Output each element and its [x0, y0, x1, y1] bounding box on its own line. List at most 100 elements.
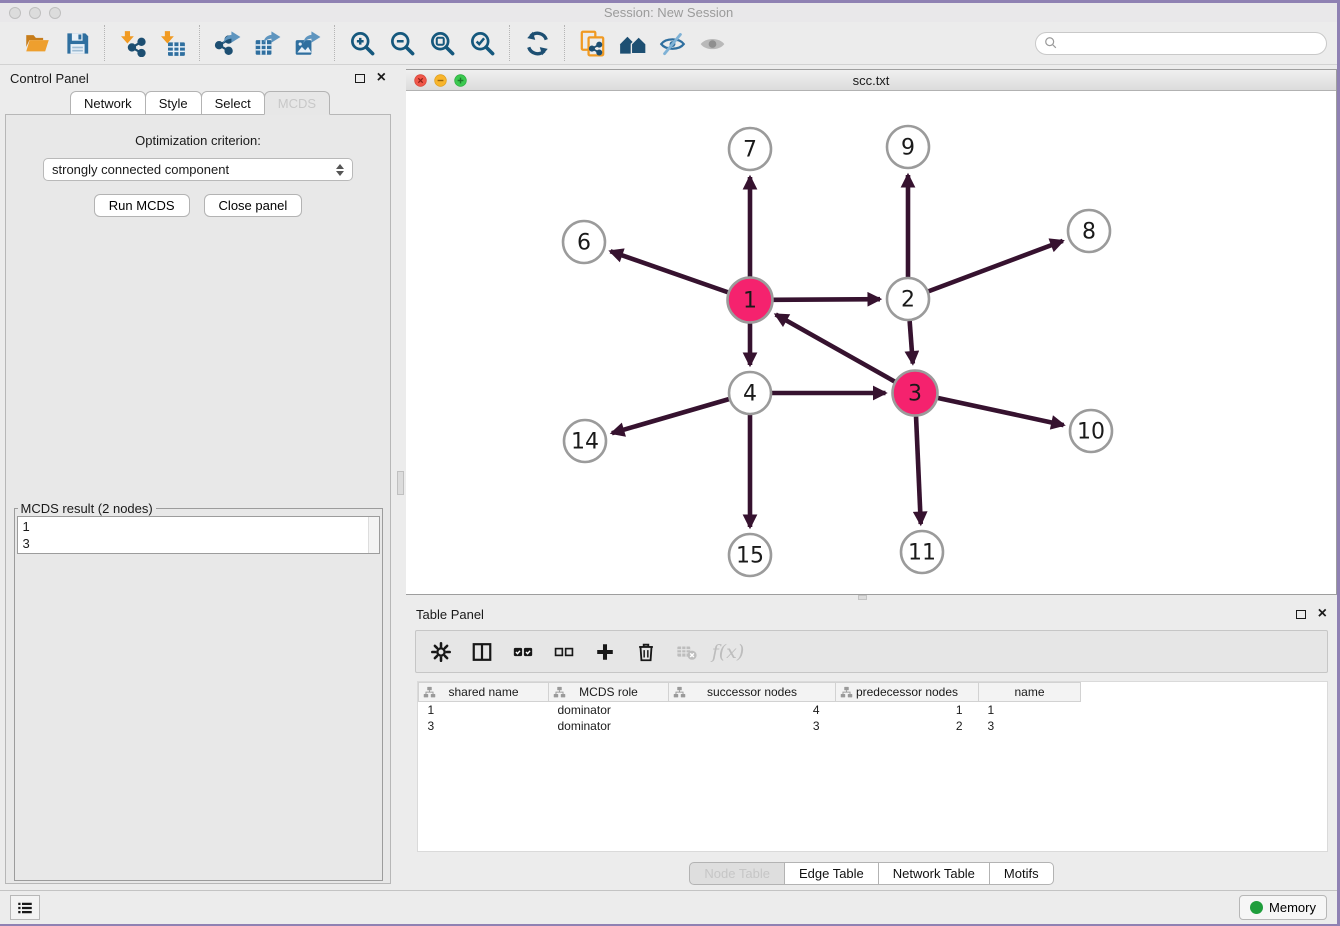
mcds-result-text[interactable]: 13	[17, 516, 380, 554]
app-title: Session: New Session	[604, 5, 733, 20]
import-network-button[interactable]	[117, 28, 147, 58]
mcds-result-lines: 13	[23, 518, 374, 552]
open-folder-button[interactable]	[22, 28, 52, 58]
edge-1-6[interactable]	[610, 251, 727, 292]
edge-3-10[interactable]	[938, 398, 1064, 425]
select-all-button[interactable]	[511, 640, 535, 664]
gear-button[interactable]	[429, 640, 453, 664]
column-label: shared name	[448, 685, 518, 699]
column-label: MCDS role	[579, 685, 638, 699]
run-mcds-button[interactable]: Run MCDS	[94, 194, 190, 217]
network-window-title: scc.txt	[853, 73, 890, 88]
zoom-fit-icon	[429, 30, 456, 57]
tab-network-table[interactable]: Network Table	[878, 862, 990, 885]
edge-1-2[interactable]	[773, 299, 880, 300]
import-table-icon	[159, 30, 186, 57]
delete-table-icon	[676, 641, 698, 663]
window-zoom-button[interactable]	[49, 7, 61, 19]
eye-icon	[699, 30, 726, 57]
memory-button[interactable]: Memory	[1239, 895, 1327, 920]
columns-button[interactable]	[470, 640, 494, 664]
mcds-result-scrollbar[interactable]	[368, 517, 379, 553]
column-type-icon	[553, 686, 566, 699]
delete-row-icon	[635, 641, 657, 663]
edge-3-1[interactable]	[776, 314, 895, 381]
search-input[interactable]	[1062, 36, 1318, 51]
unselect-all-button[interactable]	[552, 640, 576, 664]
cell: 2	[836, 718, 979, 734]
column-header-MCDS-role[interactable]: MCDS role	[549, 683, 669, 702]
cell: 1	[419, 702, 549, 718]
zoom-selected-button[interactable]	[467, 28, 497, 58]
copy-network-icon	[579, 30, 606, 57]
add-row-button[interactable]	[593, 640, 617, 664]
save-icon	[64, 30, 91, 57]
zoom-fit-button[interactable]	[427, 28, 457, 58]
column-header-successor-nodes[interactable]: successor nodes	[669, 683, 836, 702]
refresh-button[interactable]	[522, 28, 552, 58]
node-table-container: shared name MCDS role successor nodes prede…	[417, 681, 1328, 852]
window-minimize-button[interactable]	[29, 7, 41, 19]
copy-network-button[interactable]	[577, 28, 607, 58]
tab-mcds[interactable]: MCDS	[264, 91, 330, 115]
vertical-splitter[interactable]	[396, 65, 406, 890]
edge-2-3[interactable]	[910, 321, 913, 364]
column-header-predecessor-nodes[interactable]: predecessor nodes	[836, 683, 979, 702]
zoom-in-button[interactable]	[347, 28, 377, 58]
table-row[interactable]: 3dominator323	[419, 718, 1081, 734]
search-box[interactable]	[1035, 32, 1327, 55]
window-close-button[interactable]	[9, 7, 21, 19]
horizontal-splitter-grip[interactable]	[858, 595, 867, 600]
cell: 3	[979, 718, 1081, 734]
list-icon	[16, 899, 34, 917]
control-panel: Control Panel × NetworkStyleSelectMCDS O…	[0, 65, 396, 890]
control-panel-float-button[interactable]	[355, 74, 365, 83]
edge-3-11[interactable]	[916, 416, 921, 524]
eye-slash-button[interactable]	[657, 28, 687, 58]
export-network-button[interactable]	[212, 28, 242, 58]
zoom-out-icon	[389, 30, 416, 57]
eye-button	[697, 28, 727, 58]
export-table-button[interactable]	[252, 28, 282, 58]
network-window-maximize-button[interactable]	[454, 74, 467, 87]
node-label-6: 6	[577, 231, 591, 256]
tab-motifs[interactable]: Motifs	[989, 862, 1054, 885]
import-table-button[interactable]	[157, 28, 187, 58]
tab-edge-table[interactable]: Edge Table	[784, 862, 879, 885]
network-graph: 1234678910111415	[406, 91, 1336, 594]
table-panel-title: Table Panel	[416, 607, 484, 622]
edge-4-14[interactable]	[612, 399, 729, 433]
network-canvas[interactable]: 1234678910111415	[406, 91, 1336, 594]
column-header-shared-name[interactable]: shared name	[419, 683, 549, 702]
column-header-name[interactable]: name	[979, 683, 1081, 702]
criterion-select[interactable]: strongly connected component	[43, 158, 353, 181]
columns-icon	[471, 641, 493, 663]
delete-row-button[interactable]	[634, 640, 658, 664]
tab-select[interactable]: Select	[201, 91, 265, 115]
delete-table-button	[675, 640, 699, 664]
horizontal-splitter[interactable]	[406, 595, 1337, 601]
houses-button[interactable]	[617, 28, 647, 58]
network-window-minimize-button[interactable]	[434, 74, 447, 87]
table-row[interactable]: 1dominator411	[419, 702, 1081, 718]
close-panel-button[interactable]: Close panel	[204, 194, 303, 217]
edge-2-8[interactable]	[929, 241, 1063, 291]
search-icon	[1044, 36, 1058, 50]
control-panel-close-button[interactable]: ×	[377, 73, 386, 83]
column-label: successor nodes	[707, 685, 797, 699]
app-titlebar: Session: New Session	[0, 3, 1337, 22]
table-panel-float-button[interactable]	[1296, 610, 1306, 619]
vertical-splitter-grip[interactable]	[397, 471, 404, 495]
tab-style[interactable]: Style	[145, 91, 202, 115]
tab-network[interactable]: Network	[70, 91, 146, 115]
eye-slash-icon	[659, 30, 686, 57]
task-history-button[interactable]	[10, 895, 40, 920]
network-window-close-button[interactable]	[414, 74, 427, 87]
save-button[interactable]	[62, 28, 92, 58]
tab-node-table[interactable]: Node Table	[689, 862, 785, 885]
table-panel-close-button[interactable]: ×	[1318, 609, 1327, 619]
export-image-button[interactable]	[292, 28, 322, 58]
network-window-titlebar: scc.txt	[406, 70, 1336, 91]
cell: dominator	[549, 718, 669, 734]
zoom-out-button[interactable]	[387, 28, 417, 58]
